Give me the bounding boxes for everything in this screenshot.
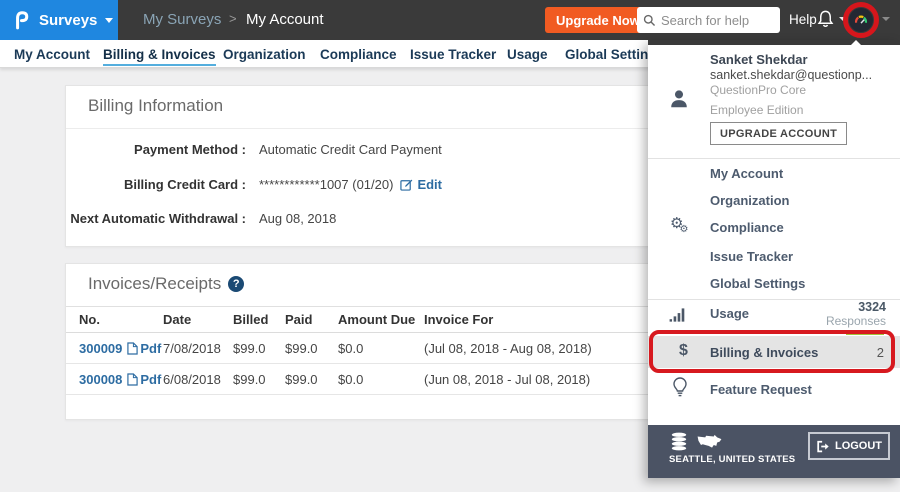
menu-item-usage[interactable]: Usage bbox=[710, 306, 749, 321]
col-paid: Paid bbox=[285, 307, 338, 333]
gauge-avatar-icon bbox=[852, 11, 870, 29]
invoices-title-text: Invoices/Receipts bbox=[88, 274, 221, 293]
invoice-billed: $99.0 bbox=[233, 333, 285, 364]
menu-item-compliance[interactable]: Compliance bbox=[710, 220, 784, 235]
menu-item-global-settings[interactable]: Global Settings bbox=[710, 276, 805, 291]
invoice-pdf-link[interactable]: Pdf bbox=[140, 341, 161, 356]
logout-button[interactable]: LOGOUT bbox=[808, 432, 890, 460]
invoice-date: 6/08/2018 bbox=[163, 364, 233, 395]
tab-my-account[interactable]: My Account bbox=[14, 47, 90, 62]
card-number-masked: ************1007 (01/20) bbox=[259, 177, 393, 192]
usage-progress-bar bbox=[846, 332, 884, 335]
search-input[interactable] bbox=[661, 13, 773, 28]
panel-arrow-notch bbox=[847, 40, 865, 49]
avatar[interactable] bbox=[849, 8, 873, 32]
breadcrumb-my-surveys[interactable]: My Surveys bbox=[143, 11, 221, 28]
usa-map-icon bbox=[696, 434, 723, 451]
profile-edition: Employee Edition bbox=[710, 103, 803, 117]
invoice-paid: $99.0 bbox=[285, 364, 338, 395]
product-name: Surveys bbox=[39, 12, 97, 29]
database-icon bbox=[670, 432, 688, 451]
gears-settings-icon: ⚙⚙ bbox=[670, 213, 688, 235]
logout-icon bbox=[816, 440, 830, 453]
billing-information-title: Billing Information bbox=[88, 96, 223, 116]
product-switcher[interactable]: Surveys bbox=[0, 0, 118, 40]
invoice-number-link[interactable]: 300008 bbox=[79, 372, 122, 387]
invoice-amount-due: $0.0 bbox=[338, 333, 424, 364]
help-question-icon[interactable]: ? bbox=[228, 276, 244, 292]
profile-email: sanket.shekdar@questionp... bbox=[710, 68, 872, 82]
col-billed: Billed bbox=[233, 307, 285, 333]
invoices-receipts-title: Invoices/Receipts? bbox=[88, 274, 244, 294]
profile-name: Sanket Shekdar bbox=[710, 52, 808, 67]
help-link[interactable]: Help bbox=[789, 12, 817, 27]
breadcrumb-separator: > bbox=[229, 11, 237, 26]
invoice-no-cell: 300009 Pdf bbox=[66, 333, 163, 364]
panel-footer: SEATTLE, UNITED STATES LOGOUT bbox=[648, 425, 900, 478]
menu-item-my-account[interactable]: My Account bbox=[710, 166, 783, 181]
tab-issue-tracker[interactable]: Issue Tracker bbox=[410, 47, 496, 62]
lightbulb-icon bbox=[673, 377, 687, 397]
invoice-amount-due: $0.0 bbox=[338, 364, 424, 395]
invoice-no-cell: 300008 Pdf bbox=[66, 364, 163, 395]
payment-method-value: Automatic Credit Card Payment bbox=[259, 142, 442, 157]
next-withdrawal-value: Aug 08, 2018 bbox=[259, 211, 336, 226]
edit-card-link[interactable]: Edit bbox=[417, 177, 442, 192]
billing-credit-card-label: Billing Credit Card : bbox=[66, 177, 246, 192]
invoice-number-link[interactable]: 300009 bbox=[79, 341, 122, 356]
upgrade-now-button[interactable]: Upgrade Now bbox=[545, 7, 651, 33]
chevron-down-icon bbox=[839, 17, 847, 21]
pdf-file-icon[interactable] bbox=[127, 373, 138, 386]
upgrade-account-button[interactable]: UPGRADE ACCOUNT bbox=[710, 122, 847, 145]
chevron-down-icon bbox=[882, 17, 890, 21]
tab-billing-invoices[interactable]: Billing & Invoices bbox=[103, 47, 216, 66]
usage-unit: Responses bbox=[826, 314, 886, 328]
tab-compliance[interactable]: Compliance bbox=[320, 47, 397, 62]
invoice-paid: $99.0 bbox=[285, 333, 338, 364]
billing-invoices-badge: 2 bbox=[877, 345, 884, 360]
person-icon bbox=[668, 88, 690, 110]
tab-usage[interactable]: Usage bbox=[507, 47, 548, 62]
account-menu-panel: Sanket Shekdar sanket.shekdar@questionp.… bbox=[648, 40, 900, 478]
search-icon bbox=[643, 14, 656, 27]
next-withdrawal-label: Next Automatic Withdrawal : bbox=[66, 211, 246, 226]
top-header: Surveys My Surveys > My Account Upgrade … bbox=[0, 0, 900, 40]
bar-chart-usage-icon bbox=[669, 307, 688, 322]
billing-invoices-label: Billing & Invoices bbox=[710, 345, 818, 360]
invoice-pdf-link[interactable]: Pdf bbox=[140, 372, 161, 387]
profile-product: QuestionPro Core bbox=[710, 83, 806, 97]
invoice-billed: $99.0 bbox=[233, 364, 285, 395]
divider bbox=[648, 158, 900, 159]
help-search-box[interactable] bbox=[637, 7, 780, 33]
menu-item-feature-request[interactable]: Feature Request bbox=[710, 382, 812, 397]
notifications-bell-icon[interactable] bbox=[817, 9, 834, 34]
billing-credit-card-value: ************1007 (01/20) Edit bbox=[259, 177, 442, 192]
dollar-icon: $ bbox=[679, 342, 688, 360]
pdf-file-icon[interactable] bbox=[127, 342, 138, 355]
payment-method-label: Payment Method : bbox=[66, 142, 246, 157]
col-amount-due: Amount Due bbox=[338, 307, 424, 333]
menu-item-billing-invoices[interactable]: $ Billing & Invoices 2 bbox=[648, 336, 900, 368]
chevron-down-icon bbox=[105, 18, 113, 23]
tab-global-settings[interactable]: Global Setting bbox=[565, 47, 657, 62]
menu-item-issue-tracker[interactable]: Issue Tracker bbox=[710, 249, 793, 264]
usage-count: 3324 bbox=[858, 300, 886, 314]
col-no: No. bbox=[66, 307, 163, 333]
logout-label: LOGOUT bbox=[835, 440, 882, 452]
col-date: Date bbox=[163, 307, 233, 333]
invoice-date: 7/08/2018 bbox=[163, 333, 233, 364]
menu-item-organization[interactable]: Organization bbox=[710, 193, 789, 208]
server-location-label: SEATTLE, UNITED STATES bbox=[669, 454, 795, 465]
tab-organization[interactable]: Organization bbox=[223, 47, 306, 62]
questionpro-logo-icon bbox=[13, 9, 30, 31]
edit-icon[interactable] bbox=[400, 178, 413, 191]
breadcrumb-my-account: My Account bbox=[246, 11, 324, 28]
